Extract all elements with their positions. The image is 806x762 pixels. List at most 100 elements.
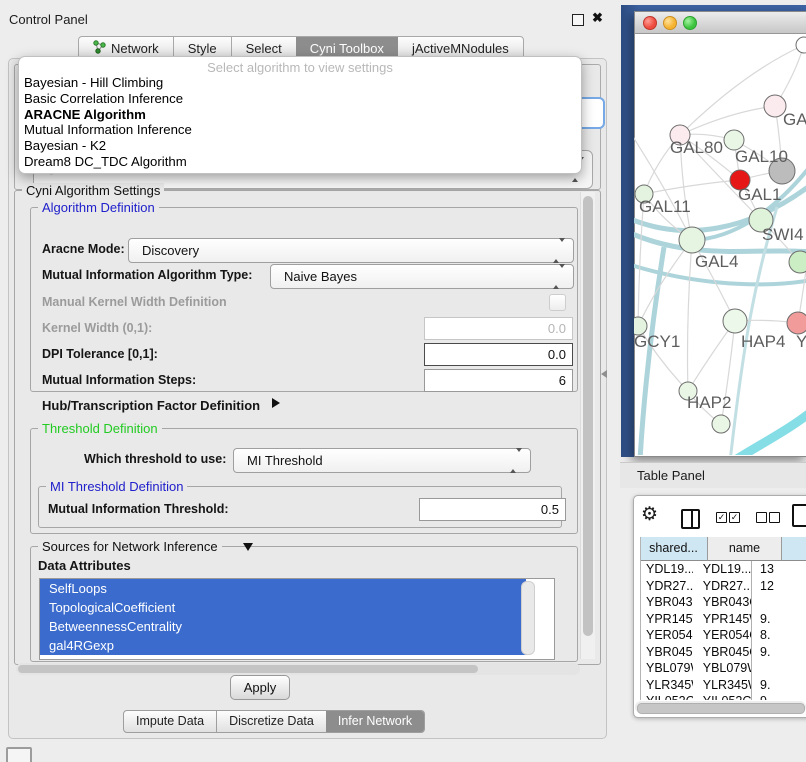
network-node[interactable]	[723, 309, 747, 333]
algorithm-option-basic-correlation-inference[interactable]: Basic Correlation Inference	[24, 91, 576, 107]
settings-hscrollbar[interactable]	[16, 663, 580, 675]
settings-vscrollbar[interactable]	[580, 192, 595, 659]
table-hscrollbar[interactable]	[635, 701, 806, 713]
node-label-gcy1: GCY1	[634, 332, 680, 351]
stepper-icon	[510, 452, 522, 470]
attribute-item-topologicalcoefficient[interactable]: TopologicalCoefficient	[40, 598, 526, 617]
mi-threshold-label: Mutual Information Threshold:	[48, 502, 229, 516]
algorithm-option-bayesian-k2[interactable]: Bayesian - K2	[24, 138, 576, 154]
hscroll-thumb[interactable]	[18, 665, 478, 673]
mi-steps-field[interactable]: 6	[424, 369, 573, 392]
network-node[interactable]	[789, 251, 806, 273]
collapse-arrow-icon[interactable]	[243, 543, 253, 551]
checked-box-icon[interactable]: ✓	[716, 512, 727, 523]
tab-infer-network[interactable]: Infer Network	[326, 711, 424, 732]
table-cell: YER054C	[640, 627, 693, 644]
tab-discretize-data[interactable]: Discretize Data	[216, 711, 326, 732]
sources-title[interactable]: Sources for Network Inference	[38, 539, 222, 554]
expand-arrow-icon[interactable]	[272, 398, 280, 408]
table-cell: YDR27...	[693, 578, 751, 595]
apply-button[interactable]: Apply	[230, 675, 290, 700]
node-label-gal80: GAL80	[670, 138, 723, 157]
which-threshold-combo[interactable]: MI Threshold	[233, 448, 531, 473]
table-header-row: shared...nameA	[640, 537, 806, 561]
table-body: YDL19...YDL19...13YDR27...YDR27...12YBR0…	[640, 561, 806, 700]
table-row[interactable]: YDR27...YDR27...12	[640, 578, 806, 595]
close-traffic-icon[interactable]	[643, 16, 657, 30]
attribute-item-gal4rgexp[interactable]: gal4RGexp	[40, 636, 526, 655]
close-icon[interactable]: ✖	[592, 10, 603, 26]
zoom-traffic-icon[interactable]	[683, 16, 697, 30]
kernel-width-label: Kernel Width (0,1):	[42, 321, 152, 335]
manual-kernel-checkbox[interactable]	[549, 294, 566, 311]
float-window-icon[interactable]	[572, 14, 584, 26]
table-row[interactable]: YPR145WYPR145W9.	[640, 611, 806, 628]
table-cell: 9.	[751, 693, 806, 700]
data-attributes-list[interactable]: SelfLoopsTopologicalCoefficientBetweenne…	[39, 578, 555, 660]
tab-label: Style	[188, 41, 217, 56]
aracne-mode-value: Discovery	[142, 239, 199, 262]
attribute-item-betweennesscentrality[interactable]: BetweennessCentrality	[40, 617, 526, 636]
node-label-gal10: GAL10	[735, 147, 788, 166]
aracne-mode-label: Aracne Mode:	[42, 242, 125, 256]
mi-type-value: Naive Bayes	[284, 265, 357, 288]
splitpane-handle-icon[interactable]	[601, 370, 607, 378]
network-edge	[680, 106, 775, 135]
mi-threshold-field[interactable]: 0.5	[419, 498, 566, 521]
algorithm-option-bayesian-hill-climbing[interactable]: Bayesian - Hill Climbing	[24, 75, 576, 91]
table-row[interactable]: YIL052CYIL052C9.	[640, 693, 806, 700]
network-node[interactable]	[787, 312, 806, 334]
table-row[interactable]: YLR345WYLR345W9.	[640, 677, 806, 694]
column-header-name[interactable]: name	[708, 537, 782, 561]
kernel-width-field[interactable]: 0.0	[424, 317, 573, 340]
algorithm-option-dream8-dc-tdc-algorithm[interactable]: Dream8 DC_TDC Algorithm	[24, 154, 576, 170]
collapsed-panel-icon[interactable]	[6, 747, 32, 762]
network-node[interactable]	[796, 37, 806, 53]
attribute-item-selfloops[interactable]: SelfLoops	[40, 579, 526, 598]
column-header-a[interactable]: A	[782, 537, 806, 561]
unchecked-box-icon[interactable]	[769, 512, 780, 523]
network-canvas[interactable]: GALGAL80GAL10GAL1GAL11GAL4SWI4GCY1HAP4YH…	[634, 32, 806, 455]
table-row[interactable]: YER054CYER054C8.	[640, 627, 806, 644]
table-cell: YIL052C	[693, 693, 751, 700]
table-hscroll-thumb[interactable]	[637, 703, 805, 714]
node-label-gal4: GAL4	[695, 252, 738, 271]
aracne-mode-combo[interactable]: Discovery	[128, 238, 574, 263]
columns-icon[interactable]	[681, 509, 700, 529]
table-cell: YIL052C	[640, 693, 693, 700]
node-label-hap2: HAP2	[687, 393, 731, 412]
node-label-gal1: GAL1	[738, 185, 781, 204]
mi-type-combo[interactable]: Naive Bayes	[270, 264, 574, 289]
table-cell: YBR045C	[693, 644, 751, 661]
table-cell: YER054C	[693, 627, 751, 644]
dpi-tolerance-field[interactable]: 0.0	[424, 343, 573, 366]
algorithm-option-aracne-algorithm[interactable]: ARACNE Algorithm	[24, 107, 576, 123]
vscroll-thumb[interactable]	[583, 196, 593, 636]
table-row[interactable]: YBL079WYBL079W	[640, 660, 806, 677]
dropdown-prompt: Select algorithm to view settings	[19, 60, 581, 75]
node-label-gal: GAL	[783, 110, 806, 129]
table-row[interactable]: YBR043CYBR043C	[640, 594, 806, 611]
tab-impute-data[interactable]: Impute Data	[124, 711, 216, 732]
network-edge	[644, 180, 740, 194]
table-row[interactable]: YDL19...YDL19...13	[640, 561, 806, 578]
network-window-titlebar[interactable]	[635, 12, 806, 34]
algorithm-option-mutual-information-inference[interactable]: Mutual Information Inference	[24, 122, 576, 138]
table-cell: 9.	[751, 644, 806, 661]
network-node[interactable]	[712, 415, 730, 433]
column-header-shared[interactable]: shared...	[640, 537, 708, 561]
node-label-swi4: SWI4	[762, 225, 804, 244]
gear-icon[interactable]: ⚙	[641, 505, 658, 524]
unchecked-box-icon[interactable]	[756, 512, 767, 523]
mi-threshold-title: MI Threshold Definition	[46, 479, 187, 494]
control-panel-title: Control Panel	[9, 12, 88, 27]
network-edge	[688, 240, 693, 391]
network-node[interactable]	[679, 227, 705, 253]
list-scrollbar[interactable]	[521, 581, 535, 655]
hub-definition-label[interactable]: Hub/Transcription Factor Definition	[42, 398, 260, 413]
table-cell	[751, 594, 806, 611]
checked-box-icon[interactable]: ✓	[729, 512, 740, 523]
table-row[interactable]: YBR045CYBR045C9.	[640, 644, 806, 661]
document-icon[interactable]	[792, 504, 806, 527]
minimize-traffic-icon[interactable]	[663, 16, 677, 30]
